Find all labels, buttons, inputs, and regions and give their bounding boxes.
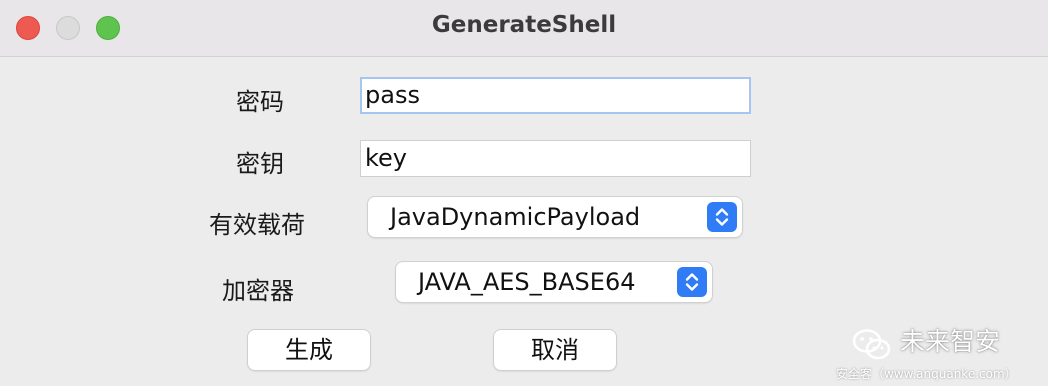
watermark: 未来智安 安全客（www.anquanke.com） [828,316,1048,386]
watermark-site: 安全客（www.anquanke.com） [836,367,1017,381]
password-label: 密码 [236,88,284,116]
payload-select[interactable]: JavaDynamicPayload [368,197,742,237]
password-field[interactable]: pass [360,77,751,114]
up-down-chevron-icon[interactable] [677,267,707,297]
wechat-icon [852,329,891,360]
title-bar[interactable]: GenerateShell [0,0,1048,57]
key-label: 密钥 [236,150,284,178]
payload-label: 有效载荷 [209,211,305,239]
watermark-name: 未来智安 [900,327,1001,356]
generate-shell-window: GenerateShell 密码 pass 密钥 key 有效载荷 JavaDy… [0,0,1048,386]
cancel-button[interactable]: 取消 [494,330,616,370]
generate-button[interactable]: 生成 [248,330,370,370]
key-field[interactable]: key [360,140,751,177]
payload-select-value: JavaDynamicPayload [390,203,641,231]
window-title: GenerateShell [431,12,617,38]
cryption-select[interactable]: JAVA_AES_BASE64 [396,262,712,302]
cryption-select-value: JAVA_AES_BASE64 [418,268,636,296]
cryption-label: 加密器 [222,277,294,305]
up-down-chevron-icon[interactable] [707,202,737,232]
